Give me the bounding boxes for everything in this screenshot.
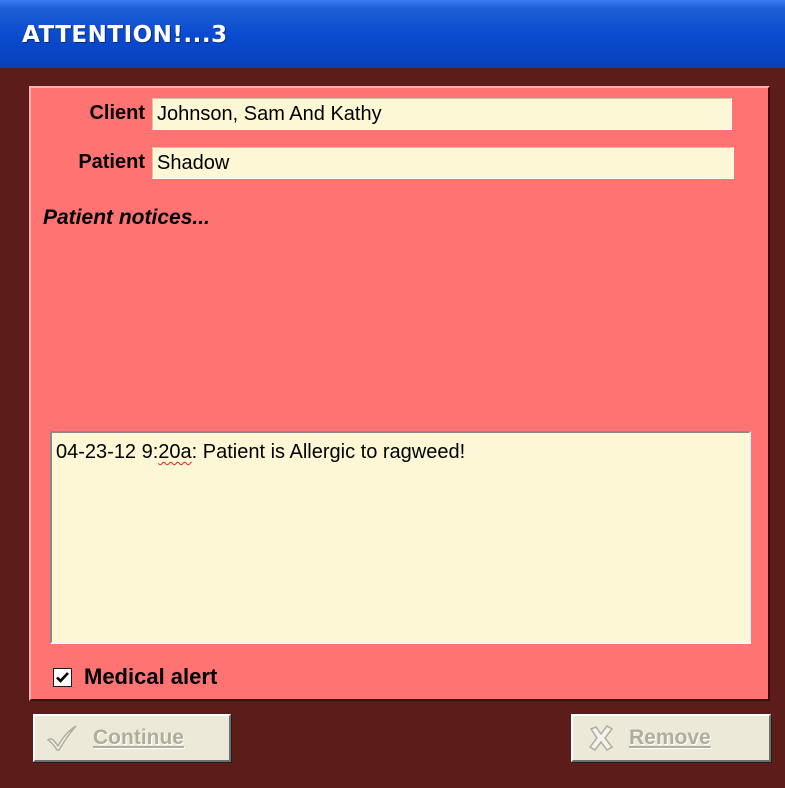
window-title: ATTENTION!...3 (22, 22, 228, 48)
x-icon (587, 724, 615, 752)
checkmark-icon (45, 723, 79, 753)
patient-field[interactable]: Shadow (152, 147, 734, 179)
continue-button[interactable]: Continue (33, 714, 231, 762)
patient-label: Patient (78, 151, 145, 173)
client-label: Client (89, 102, 145, 124)
notice-memo[interactable]: 04-23-12 9:20a: Patient is Allergic to r… (50, 431, 751, 644)
patient-notices-heading: Patient notices... (43, 206, 210, 229)
client-field[interactable]: Johnson, Sam And Kathy (152, 98, 732, 130)
alert-panel: Client Johnson, Sam And Kathy Patient Sh… (29, 86, 770, 701)
medical-alert-label: Medical alert (84, 664, 218, 689)
medical-alert-checkbox[interactable] (53, 667, 72, 687)
remove-label: Remove (629, 726, 711, 749)
memo-text-suffix: : Patient is Allergic to ragweed! (191, 441, 466, 463)
continue-label: Continue (93, 726, 184, 749)
remove-button[interactable]: Remove (571, 714, 771, 762)
attention-dialog: ATTENTION!...3 Client Johnson, Sam And K… (0, 0, 785, 788)
check-icon (56, 671, 69, 683)
title-bar[interactable]: ATTENTION!...3 (0, 0, 785, 68)
memo-text-misspelled: 20a (158, 441, 192, 463)
medical-alert-row[interactable]: Medical alert (53, 663, 217, 691)
memo-text-prefix: 04-23-12 9: (56, 441, 159, 463)
